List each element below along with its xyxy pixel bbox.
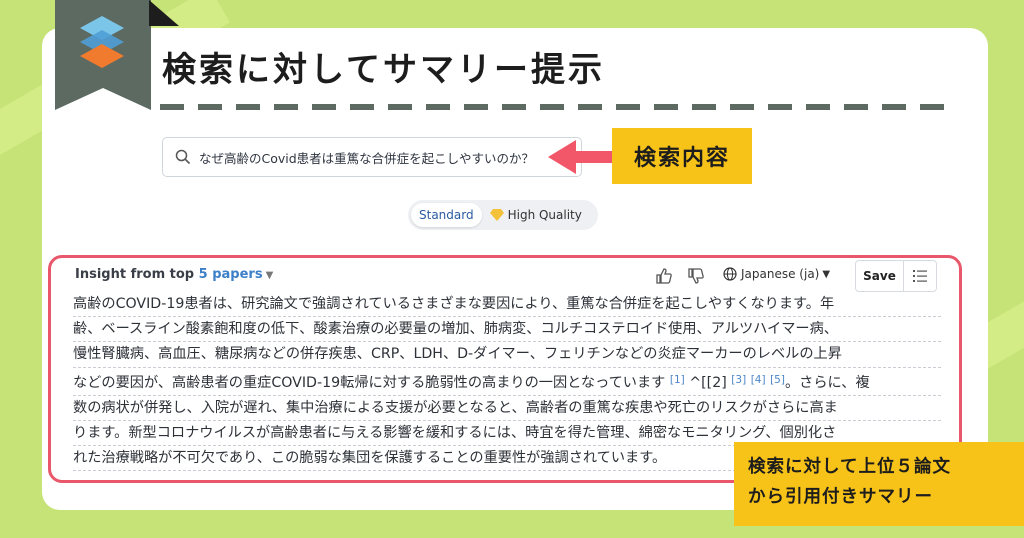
- standard-toggle-button[interactable]: Standard: [411, 203, 482, 227]
- papers-dropdown-link[interactable]: 5 papers: [199, 267, 263, 282]
- summary-line: 慢性腎臓病、高血圧、糖尿病などの併存疾患、CRP、LDH、D-ダイマー、フェリチ…: [73, 342, 941, 368]
- citation-link[interactable]: [5]: [770, 374, 785, 386]
- gem-icon: [489, 209, 504, 221]
- save-button[interactable]: Save: [856, 261, 904, 291]
- summary-line-tail: 。さらに、複: [784, 374, 870, 391]
- chevron-down-icon[interactable]: ▼: [266, 270, 274, 281]
- save-button-group: Save: [855, 260, 937, 292]
- insight-header: Insight from top 5 papers ▼: [75, 267, 273, 282]
- citation-link[interactable]: [3]: [731, 374, 746, 386]
- summary-callout-line2: から引用付きサマリー: [748, 487, 933, 507]
- layers-logo-icon: [80, 16, 124, 68]
- citation-link[interactable]: [4]: [751, 374, 766, 386]
- summary-callout-label: 検索に対して上位５論文 から引用付きサマリー: [734, 442, 1024, 526]
- search-query-text: なぜ高齢のCovid患者は重篤な合併症を起こしやすいのか？: [199, 150, 535, 166]
- chevron-down-icon: ▼: [822, 268, 831, 280]
- list-icon: [913, 270, 927, 282]
- summary-line-text: などの要因が、高齢患者の重症COVID-19転帰に対する脆弱性の高まりの一因とな…: [73, 374, 666, 391]
- dashed-divider: [160, 104, 950, 110]
- high-quality-toggle-button[interactable]: High Quality: [482, 203, 590, 227]
- thumbs-up-icon[interactable]: [655, 267, 673, 285]
- citation-link[interactable]: [1]: [670, 374, 685, 386]
- thumbs-down-icon[interactable]: [687, 267, 705, 285]
- language-selector[interactable]: Japanese (ja) ▼: [723, 267, 830, 281]
- insight-header-prefix: Insight from top: [75, 267, 195, 282]
- citation-raw-text: ^[[2]: [689, 374, 727, 391]
- language-label: Japanese (ja): [741, 267, 820, 281]
- summary-line: 高齢のCOVID-19患者は、研究論文で強調されているさまざまな要因により、重篤…: [73, 292, 941, 318]
- high-quality-label: High Quality: [507, 208, 582, 222]
- page-heading: 検索に対してサマリー提示: [162, 50, 605, 90]
- list-menu-button[interactable]: [904, 261, 936, 291]
- globe-icon: [723, 267, 737, 281]
- quality-toggle: Standard High Quality: [408, 200, 598, 230]
- arrow-left-icon: [548, 140, 614, 174]
- summary-line: 齢、ベースライン酸素飽和度の低下、酸素治療の必要量の増加、肺病変、コルチコステロ…: [73, 317, 941, 343]
- summary-line: 数の病状が併発し、入院が遅れ、集中治療による支援が必要となると、高齢者の重篤な疾…: [73, 396, 941, 422]
- summary-callout-line1: 検索に対して上位５論文: [748, 457, 951, 477]
- summary-line: などの要因が、高齢患者の重症COVID-19転帰に対する脆弱性の高まりの一因とな…: [73, 368, 941, 396]
- search-callout-label: 検索内容: [612, 128, 752, 184]
- search-icon: [175, 149, 191, 165]
- search-input[interactable]: なぜ高齢のCovid患者は重篤な合併症を起こしやすいのか？: [162, 137, 582, 177]
